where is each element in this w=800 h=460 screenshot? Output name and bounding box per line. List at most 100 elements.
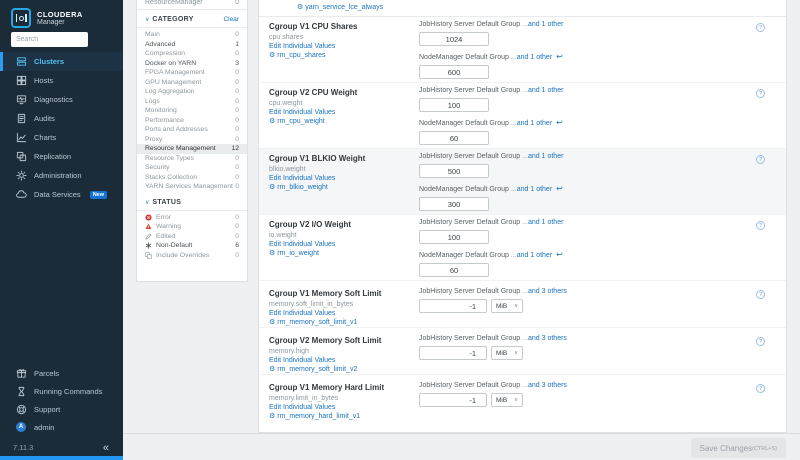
category-item-resource-types[interactable]: Resource Types0 xyxy=(137,154,247,164)
more-groups-link[interactable]: and 3 others xyxy=(528,335,567,342)
unit-select[interactable]: MiB∨ xyxy=(491,393,523,407)
collapse-sidebar-icon[interactable]: « xyxy=(103,444,109,452)
status-item-error[interactable]: Error 0 xyxy=(137,213,247,223)
help-icon[interactable]: ? xyxy=(756,290,765,299)
sidebar-item-admin[interactable]: A admin xyxy=(0,418,123,436)
config-api-name-link[interactable]: ⚙rm_memory_soft_limit_v1 xyxy=(269,319,357,326)
category-item-ports-and-addresses[interactable]: Ports and Addresses0 xyxy=(137,125,247,135)
role-group-name: NodeManager Default Group xyxy=(419,120,509,127)
more-groups-link[interactable]: and 3 others xyxy=(528,288,567,295)
edit-individual-values-link[interactable]: Edit Individual Values xyxy=(269,43,335,50)
sidebar-item-label: Hosts xyxy=(34,76,53,85)
category-item-yarn-services-management[interactable]: YARN Services Management0 xyxy=(137,182,247,192)
status-item-include-overrides[interactable]: Include Overrides 0 xyxy=(137,251,247,261)
config-api-name-link[interactable]: ⚙yarn_service_lce_always xyxy=(297,4,383,11)
role-group-value: NodeManager Default Group...and 1 other↩ xyxy=(419,184,719,211)
category-item-resource-management[interactable]: Resource Management12 xyxy=(137,144,247,154)
config-api-name-link[interactable]: ⚙rm_memory_soft_limit_v2 xyxy=(269,366,357,373)
more-groups-link[interactable]: and 1 other xyxy=(517,54,552,61)
value-input[interactable] xyxy=(419,164,489,178)
sidebar-item-parcels[interactable]: Parcels xyxy=(0,364,123,382)
help-icon[interactable]: ? xyxy=(756,155,765,164)
value-input[interactable] xyxy=(419,263,489,277)
sidebar-item-replication[interactable]: Replication xyxy=(0,147,123,166)
search-input[interactable] xyxy=(11,32,88,47)
edit-individual-values-link[interactable]: Edit Individual Values xyxy=(269,241,335,248)
save-changes-button[interactable]: Save Changes(CTRL+S) xyxy=(691,438,786,458)
edit-individual-values-link[interactable]: Edit Individual Values xyxy=(269,357,335,364)
more-groups-link[interactable]: and 1 other xyxy=(528,87,563,94)
value-input[interactable] xyxy=(419,299,487,313)
reset-to-default-icon[interactable]: ↩ xyxy=(556,250,563,259)
edit-individual-values-link[interactable]: Edit Individual Values xyxy=(269,109,335,116)
category-item-advanced[interactable]: Advanced1 xyxy=(137,40,247,50)
sidebar-item-data-services[interactable]: Data Services New xyxy=(0,185,123,204)
status-item-non-default[interactable]: Non-Default 6 xyxy=(137,241,247,251)
value-input[interactable] xyxy=(419,393,487,407)
help-icon[interactable]: ? xyxy=(756,384,765,393)
sidebar-item-hosts[interactable]: Hosts xyxy=(0,71,123,90)
sidebar-nav: Clusters Hosts Diagnostics Audits Charts… xyxy=(0,52,123,204)
status-item-edited[interactable]: Edited 0 xyxy=(137,232,247,242)
config-api-name-link[interactable]: ⚙rm_blkio_weight xyxy=(269,184,328,191)
more-groups-link[interactable]: and 1 other xyxy=(528,219,563,226)
more-groups-link[interactable]: and 1 other xyxy=(517,120,552,127)
help-icon[interactable]: ? xyxy=(756,221,765,230)
category-item-logs[interactable]: Logs0 xyxy=(137,97,247,107)
sidebar-item-clusters[interactable]: Clusters xyxy=(0,52,123,71)
config-api-name-link[interactable]: ⚙rm_io_weight xyxy=(269,250,319,257)
category-item-gpu-management[interactable]: GPU Management0 xyxy=(137,78,247,88)
unit-select[interactable]: MiB∨ xyxy=(491,346,523,360)
parcels-icon xyxy=(16,368,27,379)
value-input[interactable] xyxy=(419,65,489,79)
clear-category-filter-link[interactable]: Clear xyxy=(223,16,239,23)
sidebar-item-label: Replication xyxy=(34,152,71,161)
sidebar-item-running-commands[interactable]: Running Commands xyxy=(0,382,123,400)
category-item-compression[interactable]: Compression0 xyxy=(137,49,247,59)
reset-to-default-icon[interactable]: ↩ xyxy=(556,184,563,193)
more-groups-link[interactable]: and 1 other xyxy=(517,186,552,193)
sidebar-item-administration[interactable]: Administration xyxy=(0,166,123,185)
status-item-warning[interactable]: Warning 0 xyxy=(137,222,247,232)
category-section-header[interactable]: ∨ CATEGORY Clear xyxy=(137,10,247,28)
sidebar-item-diagnostics[interactable]: Diagnostics xyxy=(0,90,123,109)
sidebar-item-charts[interactable]: Charts xyxy=(0,128,123,147)
category-item-log-aggregation[interactable]: Log Aggregation0 xyxy=(137,87,247,97)
sidebar-item-audits[interactable]: Audits xyxy=(0,109,123,128)
config-code-name: cpu.shares xyxy=(269,34,303,41)
reset-to-default-icon[interactable]: ↩ xyxy=(556,52,563,61)
category-item-monitoring[interactable]: Monitoring0 xyxy=(137,106,247,116)
value-input[interactable] xyxy=(419,346,487,360)
category-item-fpga-management[interactable]: FPGA Management0 xyxy=(137,68,247,78)
category-item-stacks-collection[interactable]: Stacks Collection0 xyxy=(137,173,247,183)
chevron-down-icon: ∨ xyxy=(145,199,149,206)
config-api-name-link[interactable]: ⚙rm_cpu_shares xyxy=(269,52,326,59)
category-item-performance[interactable]: Performance0 xyxy=(137,116,247,126)
more-groups-link[interactable]: and 3 others xyxy=(528,382,567,389)
more-groups-link[interactable]: and 1 other xyxy=(528,21,563,28)
unit-select[interactable]: MiB∨ xyxy=(491,299,523,313)
value-input[interactable] xyxy=(419,98,489,112)
reset-to-default-icon[interactable]: ↩ xyxy=(556,118,563,127)
config-api-name-link[interactable]: ⚙rm_cpu_weight xyxy=(269,118,325,125)
edit-individual-values-link[interactable]: Edit Individual Values xyxy=(269,310,335,317)
help-icon[interactable]: ? xyxy=(756,23,765,32)
status-section-header[interactable]: ∨ STATUS xyxy=(137,193,247,211)
category-item-docker-on-yarn[interactable]: Docker on YARN3 xyxy=(137,59,247,69)
filter-scope-resourcemanager[interactable]: ResourceManager 0 xyxy=(137,0,247,10)
more-groups-link[interactable]: and 1 other xyxy=(517,252,552,259)
value-input[interactable] xyxy=(419,32,489,46)
category-item-proxy[interactable]: Proxy0 xyxy=(137,135,247,145)
more-groups-link[interactable]: and 1 other xyxy=(528,153,563,160)
sidebar-item-support[interactable]: Support xyxy=(0,400,123,418)
edit-individual-values-link[interactable]: Edit Individual Values xyxy=(269,404,335,411)
config-api-name-link[interactable]: ⚙rm_memory_hard_limit_v1 xyxy=(269,413,360,420)
value-input[interactable] xyxy=(419,131,489,145)
category-item-main[interactable]: Main0 xyxy=(137,30,247,40)
value-input[interactable] xyxy=(419,197,489,211)
edit-individual-values-link[interactable]: Edit Individual Values xyxy=(269,175,335,182)
value-input[interactable] xyxy=(419,230,489,244)
help-icon[interactable]: ? xyxy=(756,337,765,346)
category-item-security[interactable]: Security0 xyxy=(137,163,247,173)
help-icon[interactable]: ? xyxy=(756,89,765,98)
